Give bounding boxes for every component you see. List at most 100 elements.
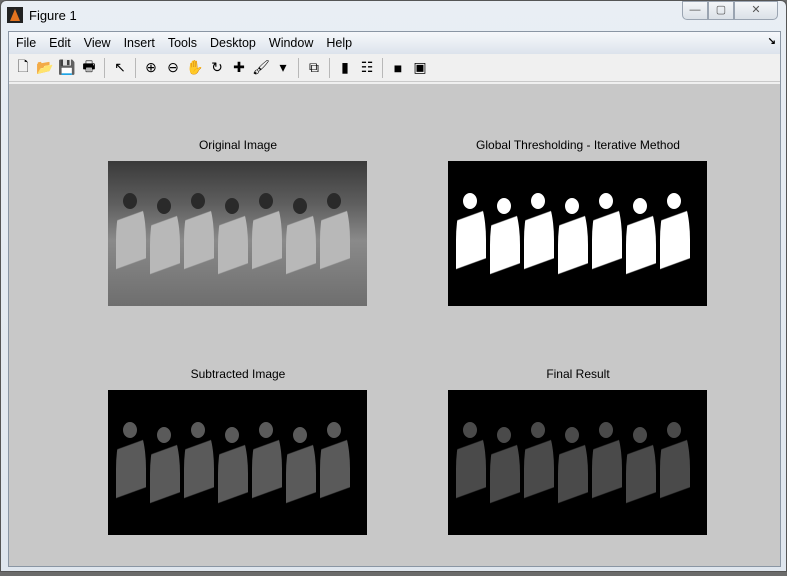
image-figure xyxy=(626,430,656,535)
brush-icon[interactable]: 🖌 xyxy=(250,57,272,79)
image-figure xyxy=(558,430,588,535)
image-figure xyxy=(490,201,520,306)
image-figure xyxy=(524,425,554,535)
image-axes-fin[interactable] xyxy=(448,390,707,535)
brush-dropdown-icon[interactable]: ▾ xyxy=(272,57,294,79)
image-head xyxy=(497,198,511,214)
new-figure-icon[interactable]: 🗋 xyxy=(12,57,34,79)
minimize-button[interactable]: — xyxy=(682,1,708,20)
legend-icon[interactable]: ☷ xyxy=(356,57,378,79)
image-figure xyxy=(660,196,690,306)
image-figure xyxy=(252,425,282,535)
image-head xyxy=(225,198,239,214)
save-icon[interactable]: 💾 xyxy=(56,57,78,79)
menu-insert[interactable]: Insert xyxy=(124,36,155,50)
print-icon[interactable]: 🖶 xyxy=(78,57,100,79)
image-head xyxy=(633,427,647,443)
link-plot-icon[interactable]: ⧉ xyxy=(303,57,325,79)
image-figure xyxy=(286,201,316,306)
close-button[interactable]: ✕ xyxy=(734,1,778,20)
toolbar-separator xyxy=(329,57,330,78)
image-head xyxy=(123,193,137,209)
figure-window: Figure 1 — ▢ ✕ File Edit View Insert Tools De… xyxy=(0,0,787,572)
image-figure xyxy=(116,196,146,306)
zoom-in-icon[interactable]: ⊕ xyxy=(140,57,162,79)
image-head xyxy=(123,422,137,438)
toolbar-separator xyxy=(382,57,383,78)
image-head xyxy=(667,193,681,209)
pointer-icon[interactable]: ↖ xyxy=(109,57,131,79)
show-plot-tools-icon[interactable]: ▣ xyxy=(409,57,431,79)
open-icon[interactable]: 📂 xyxy=(34,57,56,79)
image-head xyxy=(191,422,205,438)
title-bar[interactable]: Figure 1 — ▢ ✕ xyxy=(1,1,786,31)
image-figure xyxy=(116,425,146,535)
data-cursor-icon[interactable]: ✚ xyxy=(228,57,250,79)
image-head xyxy=(463,422,477,438)
toolbar: 🗋 📂 💾 🖶 ↖ ⊕ ⊖ ✋ ↻ ✚ 🖌 ▾ ⧉ ▮ ☷ ■ ▣ xyxy=(9,54,780,82)
image-figure xyxy=(456,196,486,306)
axes-title: Subtracted Image xyxy=(190,367,286,381)
image-figure xyxy=(184,196,214,306)
toolbar-separator xyxy=(104,57,105,78)
rotate-icon[interactable]: ↻ xyxy=(206,57,228,79)
dock-icon[interactable]: ↘ xyxy=(768,36,776,47)
image-head xyxy=(531,422,545,438)
image-figure xyxy=(184,425,214,535)
image-figure xyxy=(592,196,622,306)
image-figure xyxy=(218,201,248,306)
toolbar-separator xyxy=(298,57,299,78)
image-figure xyxy=(320,425,350,535)
image-head xyxy=(599,193,613,209)
image-head xyxy=(327,193,341,209)
image-head xyxy=(599,422,613,438)
image-head xyxy=(157,427,171,443)
image-figure xyxy=(490,430,520,535)
image-figure xyxy=(150,201,180,306)
matlab-icon xyxy=(7,7,23,23)
menu-edit[interactable]: Edit xyxy=(49,36,71,50)
image-figure xyxy=(524,196,554,306)
image-figure xyxy=(252,196,282,306)
image-figure xyxy=(456,425,486,535)
image-head xyxy=(667,422,681,438)
pan-icon[interactable]: ✋ xyxy=(184,57,206,79)
menu-tools[interactable]: Tools xyxy=(168,36,197,50)
image-figure xyxy=(558,201,588,306)
image-axes-sub[interactable] xyxy=(108,390,367,535)
axes-title: Original Image xyxy=(198,138,278,152)
image-head xyxy=(191,193,205,209)
image-figure xyxy=(660,425,690,535)
hide-plot-tools-icon[interactable]: ■ xyxy=(387,57,409,79)
image-figure xyxy=(320,196,350,306)
window-title: Figure 1 xyxy=(29,8,77,23)
image-axes-orig[interactable] xyxy=(108,161,367,306)
image-head xyxy=(225,427,239,443)
menu-file[interactable]: File xyxy=(16,36,36,50)
menu-help[interactable]: Help xyxy=(326,36,352,50)
axes-title: Global Thresholding - Iterative Method xyxy=(476,138,680,152)
menu-desktop[interactable]: Desktop xyxy=(210,36,256,50)
image-head xyxy=(531,193,545,209)
image-head xyxy=(293,198,307,214)
image-head xyxy=(565,198,579,214)
image-axes-thr[interactable] xyxy=(448,161,707,306)
toolbar-separator xyxy=(135,57,136,78)
image-head xyxy=(259,422,273,438)
colorbar-icon[interactable]: ▮ xyxy=(334,57,356,79)
menu-bar: File Edit View Insert Tools Desktop Window Help… xyxy=(9,32,780,54)
axes-title: Final Result xyxy=(546,367,610,381)
maximize-button[interactable]: ▢ xyxy=(708,1,734,20)
image-head xyxy=(157,198,171,214)
image-figure xyxy=(592,425,622,535)
image-head xyxy=(463,193,477,209)
image-head xyxy=(259,193,273,209)
image-figure xyxy=(286,430,316,535)
image-head xyxy=(327,422,341,438)
menu-view[interactable]: View xyxy=(84,36,111,50)
image-head xyxy=(633,198,647,214)
zoom-out-icon[interactable]: ⊖ xyxy=(162,57,184,79)
image-figure xyxy=(626,201,656,306)
menu-window[interactable]: Window xyxy=(269,36,313,50)
image-head xyxy=(293,427,307,443)
